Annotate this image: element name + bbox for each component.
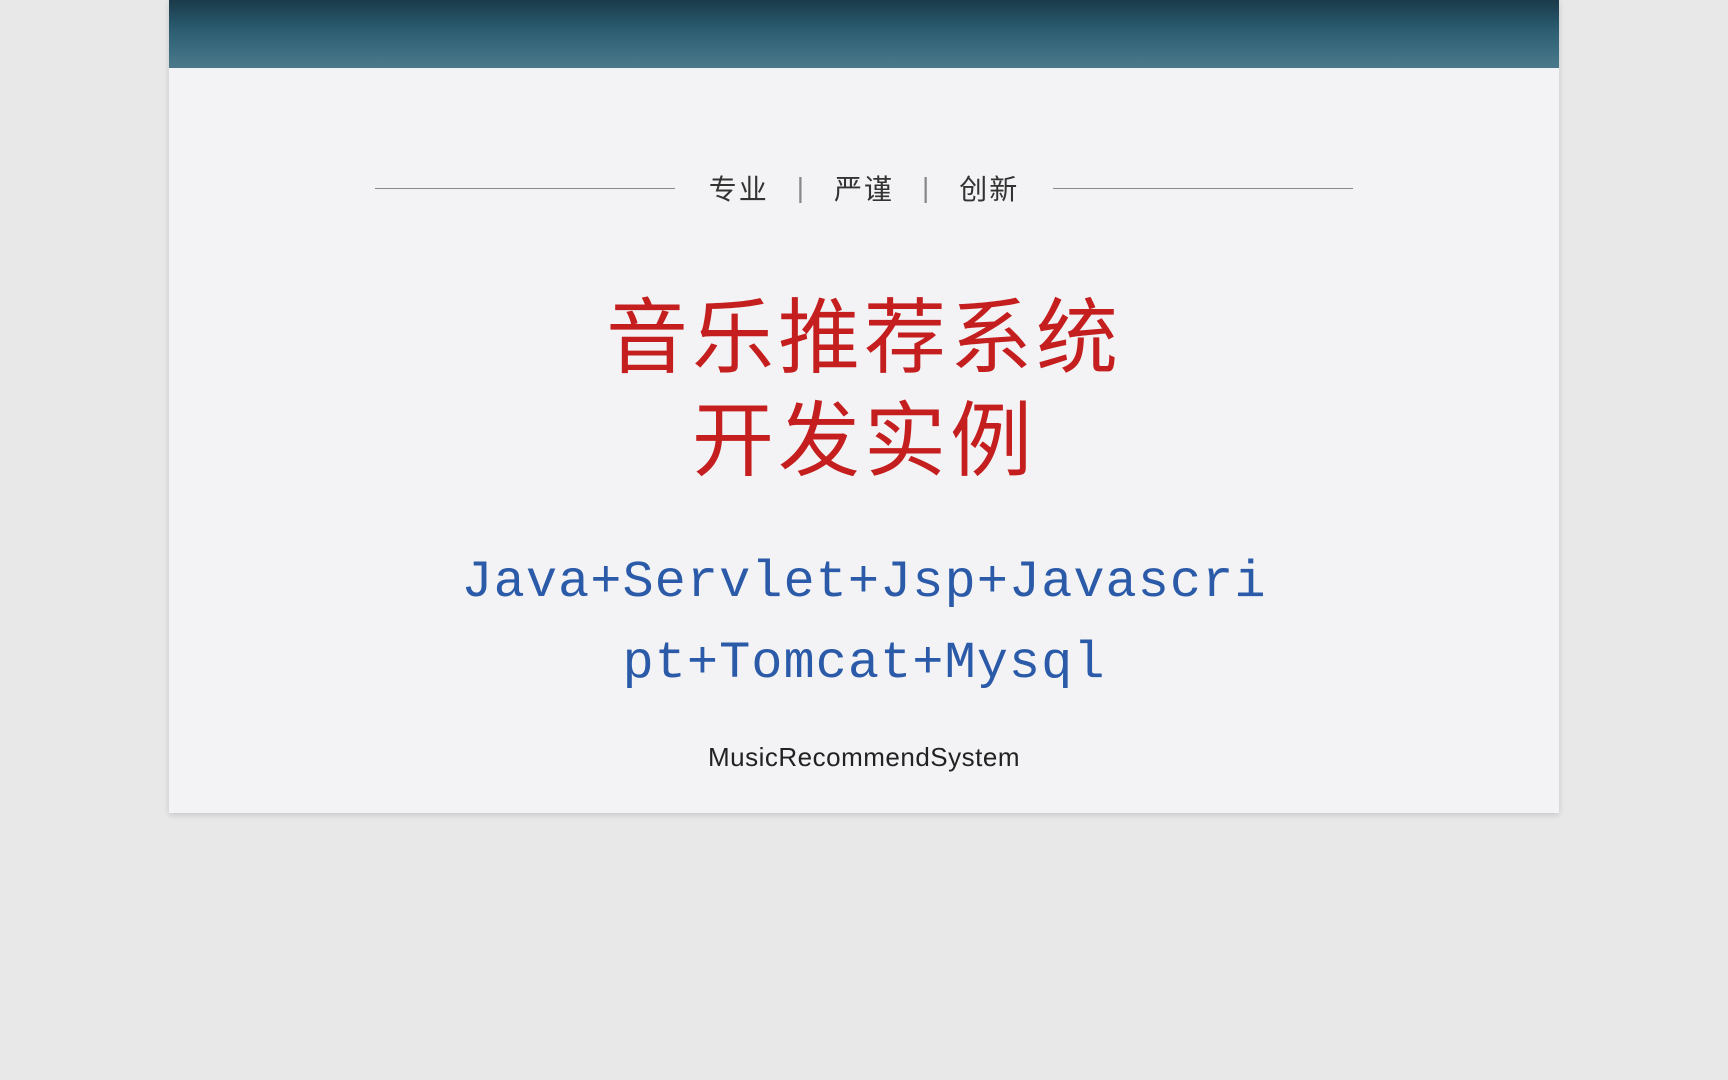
rule-right bbox=[1053, 188, 1353, 189]
main-title: 音乐推荐系统 开发实例 bbox=[169, 288, 1559, 493]
tech-stack-line1: Java+Servlet+Jsp+Javascri bbox=[169, 543, 1559, 624]
project-name: MusicRecommendSystem bbox=[169, 742, 1559, 773]
slide-content: 专业 | 严谨 | 创新 音乐推荐系统 开发实例 Java+Servlet+Js… bbox=[169, 68, 1559, 773]
vertical-divider: | bbox=[797, 172, 806, 204]
slide: 专业 | 严谨 | 创新 音乐推荐系统 开发实例 Java+Servlet+Js… bbox=[169, 0, 1559, 813]
rule-left bbox=[375, 188, 675, 189]
main-title-line2: 开发实例 bbox=[169, 391, 1559, 494]
tagline-row: 专业 | 严谨 | 创新 bbox=[169, 168, 1559, 208]
vertical-divider: | bbox=[922, 172, 931, 204]
tagline-group: 专业 | 严谨 | 创新 bbox=[709, 168, 1020, 208]
main-title-line1: 音乐推荐系统 bbox=[169, 288, 1559, 391]
header-decorative-band bbox=[169, 0, 1559, 68]
tagline-item: 创新 bbox=[959, 168, 1019, 208]
tech-stack-line2: pt+Tomcat+Mysql bbox=[169, 624, 1559, 705]
tagline-item: 严谨 bbox=[834, 168, 894, 208]
tech-stack: Java+Servlet+Jsp+Javascri pt+Tomcat+Mysq… bbox=[169, 543, 1559, 704]
tagline-item: 专业 bbox=[709, 168, 769, 208]
